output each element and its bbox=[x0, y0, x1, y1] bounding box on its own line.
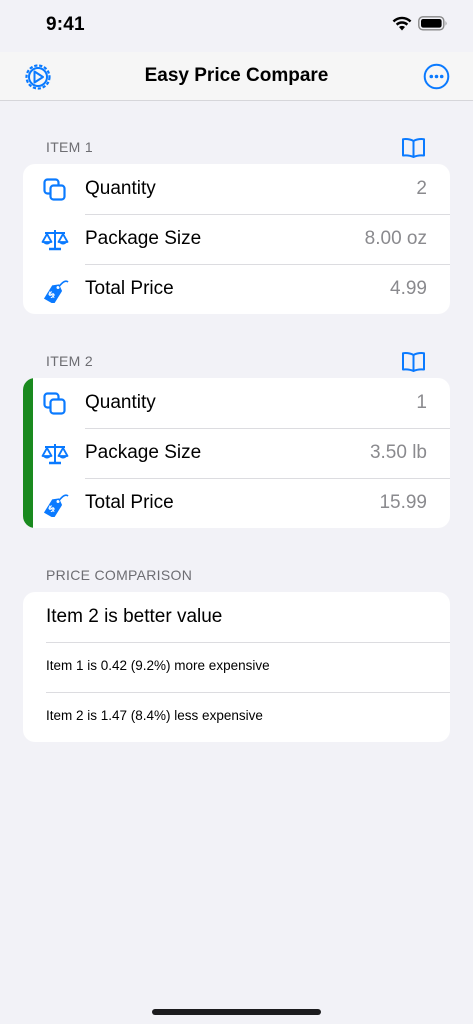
item2-header: ITEM 2 bbox=[46, 353, 93, 369]
row-label: Package Size bbox=[85, 442, 202, 463]
wifi-icon bbox=[392, 16, 412, 31]
comparison-result-row: Item 2 is better value bbox=[23, 592, 450, 642]
comparison-line-item2: Item 2 is 1.47 (8.4%) less expensive bbox=[46, 708, 263, 723]
status-bar: 9:41 bbox=[0, 0, 473, 52]
scale-icon bbox=[41, 230, 69, 251]
row-value: 8.00 oz bbox=[364, 228, 427, 249]
price-tag-icon: $ bbox=[43, 280, 69, 303]
comparison-card: Item 2 is better value Item 1 is 0.42 (9… bbox=[23, 592, 450, 742]
item1-header: ITEM 1 bbox=[46, 139, 93, 155]
row-label: Total Price bbox=[85, 492, 174, 513]
status-time: 9:41 bbox=[46, 14, 85, 35]
row-value: 3.50 lb bbox=[369, 442, 427, 463]
book-icon[interactable] bbox=[401, 137, 426, 159]
row-value: 4.99 bbox=[390, 278, 427, 299]
comparison-line-item1: Item 1 is 0.42 (9.2%) more expensive bbox=[46, 658, 270, 673]
row-label: Total Price bbox=[85, 278, 174, 299]
comparison-result: Item 2 is better value bbox=[46, 606, 223, 627]
item2-card: Quantity 1 Package Size 3.50 lb $ Total … bbox=[23, 378, 450, 528]
item2-quantity-row[interactable]: Quantity 1 bbox=[23, 378, 450, 428]
row-value: 1 bbox=[416, 392, 427, 413]
item1-package-size-row[interactable]: Package Size 8.00 oz bbox=[23, 214, 450, 264]
comparison-header: PRICE COMPARISON bbox=[46, 567, 193, 583]
more-options-icon[interactable] bbox=[423, 63, 450, 90]
scale-icon bbox=[41, 444, 69, 465]
row-label: Package Size bbox=[85, 228, 202, 249]
item2-total-price-row[interactable]: $ Total Price 15.99 bbox=[23, 478, 450, 528]
item1-card: Quantity 2 Package Size 8.00 oz $ Total … bbox=[23, 164, 450, 314]
navigation-bar: Easy Price Compare bbox=[0, 52, 473, 101]
page-title: Easy Price Compare bbox=[144, 65, 329, 86]
book-icon[interactable] bbox=[401, 351, 426, 373]
copy-icon bbox=[43, 178, 66, 201]
item1-quantity-row[interactable]: Quantity 2 bbox=[23, 164, 450, 214]
row-label: Quantity bbox=[85, 392, 156, 413]
price-tag-icon: $ bbox=[43, 494, 69, 517]
comparison-line-row: Item 1 is 0.42 (9.2%) more expensive bbox=[23, 642, 450, 692]
comparison-line-row: Item 2 is 1.47 (8.4%) less expensive bbox=[23, 692, 450, 742]
home-indicator[interactable] bbox=[152, 1009, 321, 1015]
battery-icon bbox=[418, 16, 447, 31]
copy-icon bbox=[43, 392, 66, 415]
row-value: 15.99 bbox=[379, 492, 427, 513]
row-label: Quantity bbox=[85, 178, 156, 199]
item2-package-size-row[interactable]: Package Size 3.50 lb bbox=[23, 428, 450, 478]
item1-total-price-row[interactable]: $ Total Price 4.99 bbox=[23, 264, 450, 314]
row-value: 2 bbox=[416, 178, 427, 199]
